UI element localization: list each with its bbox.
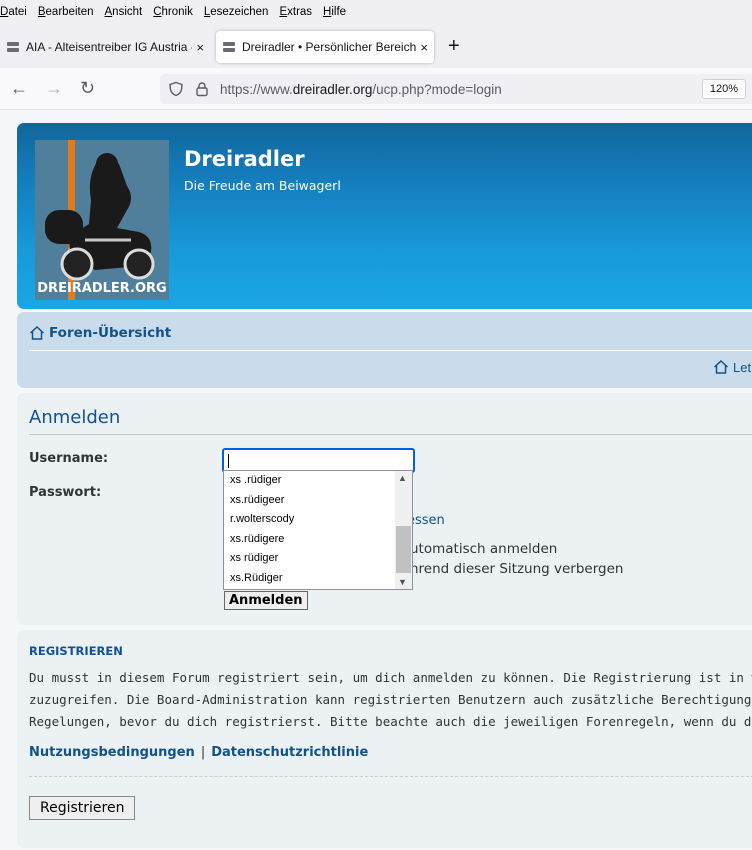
register-heading: REGISTRIEREN: [29, 644, 123, 658]
site-header: DREIRADLER.ORG Dreiradler Die Freude am …: [17, 123, 752, 309]
username-label: Username:: [29, 451, 109, 466]
login-submit-button[interactable]: Anmelden: [224, 591, 308, 610]
back-arrow-icon[interactable]: ←: [10, 78, 28, 99]
url-text: https://www.dreiradler.org/ucp.php?mode=…: [220, 81, 502, 97]
menu-hilfe[interactable]: Hilfe: [323, 6, 346, 18]
register-button[interactable]: Registrieren: [29, 796, 136, 820]
home-icon: [29, 325, 45, 340]
register-divider: [29, 776, 752, 777]
autocomplete-option[interactable]: xs.Rüdiger: [224, 569, 396, 589]
reload-icon[interactable]: ↻: [80, 78, 95, 99]
password-label: Passwort:: [29, 485, 102, 500]
text-caret: [228, 454, 229, 468]
new-tab-button[interactable]: +: [448, 35, 460, 58]
username-autocomplete-popup: xs .rüdiger xs.rüdigeer r.wolterscody xs…: [223, 470, 413, 590]
register-links: Nutzungsbedingungen | Datenschutzrichtlini…: [29, 745, 368, 760]
home-icon: [713, 359, 729, 374]
scroll-up-icon[interactable]: ▲: [398, 473, 407, 483]
privacy-link[interactable]: Datenschutzrichtlinie: [211, 745, 368, 760]
autocomplete-option[interactable]: r.wolterscody: [224, 510, 396, 530]
zoom-indicator[interactable]: 120%: [701, 79, 746, 99]
autocomplete-option[interactable]: xs.rüdigeer: [224, 491, 396, 511]
site-logo[interactable]: DREIRADLER.ORG: [35, 140, 169, 300]
autocomplete-option[interactable]: xs.rüdigere: [224, 530, 396, 550]
tab-aia[interactable]: AIA - Alteisentreiber IG Austria - ×: [0, 31, 210, 63]
forum-index-label: Foren-Übersicht: [49, 325, 172, 341]
autocomplete-option[interactable]: xs .rüdiger: [224, 471, 396, 491]
login-heading: Anmelden: [29, 407, 121, 428]
shield-icon[interactable]: [168, 81, 184, 97]
menu-extras[interactable]: Extras: [279, 6, 312, 18]
tab-aia-title: AIA - Alteisentreiber IG Austria -: [26, 40, 193, 54]
scrollbar-thumb[interactable]: [396, 526, 411, 573]
forum-index-link[interactable]: Foren-Übersicht: [29, 325, 171, 341]
register-panel: REGISTRIEREN Du musst in diesem Forum re…: [17, 630, 752, 848]
register-text-line-1: Du musst in diesem Forum registriert sei…: [29, 670, 752, 685]
sidecar-logo-icon: [35, 140, 169, 300]
logo-text: DREIRADLER.ORG: [37, 281, 167, 296]
autologin-label[interactable]: utomatisch anmelden: [410, 541, 557, 557]
tab-dreiradler-title: Dreiradler • Persönlicher Bereich: [242, 40, 417, 54]
autocomplete-list: xs .rüdiger xs.rüdigeer r.wolterscody xs…: [224, 471, 396, 589]
autocomplete-scrollbar[interactable]: ▲ ▼: [395, 471, 412, 589]
tab-dreiradler-close-icon[interactable]: ×: [420, 40, 428, 55]
breadcrumb-right-label: Let: [733, 359, 752, 375]
tab-bar: AIA - Alteisentreiber IG Austria - × Dre…: [0, 24, 752, 68]
navigation-bar: ← → ↻ https://www.dreiradler.org/ucp.php…: [0, 68, 752, 110]
link-separator: |: [200, 745, 206, 760]
breadcrumb: Foren-Übersicht Let: [17, 312, 752, 388]
site-title[interactable]: Dreiradler: [184, 147, 305, 171]
hide-online-label[interactable]: hrend dieser Sitzung verbergen: [410, 561, 623, 577]
breadcrumb-right-link[interactable]: Let: [713, 359, 751, 375]
menu-datei[interactable]: Datei: [0, 6, 27, 18]
site-description: Die Freude am Beiwagerl: [184, 178, 341, 193]
server-favicon-icon: [7, 42, 19, 52]
scroll-down-icon[interactable]: ▼: [398, 577, 407, 587]
autocomplete-option[interactable]: xs rüdiger: [224, 549, 396, 569]
tab-aia-close-icon[interactable]: ×: [196, 40, 204, 55]
login-divider: [29, 434, 752, 435]
menu-ansicht[interactable]: Ansicht: [105, 6, 143, 18]
menu-chronik[interactable]: Chronik: [153, 6, 193, 18]
url-bar[interactable]: https://www.dreiradler.org/ucp.php?mode=…: [160, 74, 752, 104]
register-text-line-2: zuzugreifen. Die Board-Administration ka…: [29, 692, 752, 707]
forward-arrow-icon[interactable]: →: [45, 78, 63, 99]
server-favicon-icon: [223, 42, 235, 52]
menu-bearbeiten[interactable]: Bearbeiten: [38, 6, 94, 18]
menu-lesezeichen[interactable]: Lesezeichen: [204, 6, 269, 18]
lock-icon[interactable]: [194, 81, 210, 97]
terms-link[interactable]: Nutzungsbedingungen: [29, 745, 195, 760]
register-text-line-3: Regelungen, bevor du dich registrierst. …: [29, 714, 752, 729]
menu-bar: Datei Bearbeiten Ansicht Chronik Lesezei…: [0, 0, 752, 24]
tab-dreiradler[interactable]: Dreiradler • Persönlicher Bereich ×: [216, 31, 434, 63]
breadcrumb-divider: [29, 350, 752, 351]
